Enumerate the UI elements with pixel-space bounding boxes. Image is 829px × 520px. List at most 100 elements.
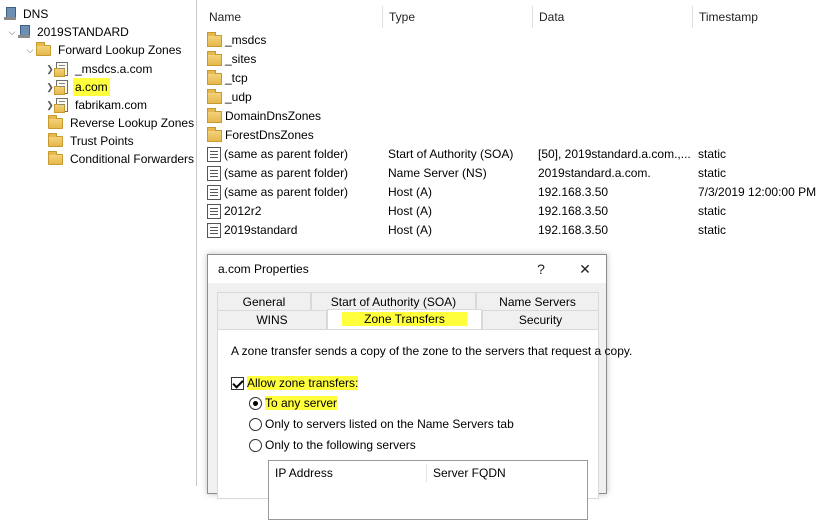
cell-type: Name Server (NS) <box>388 166 487 180</box>
chevron-down-icon[interactable]: ⌵ <box>6 23 18 41</box>
cell-data <box>538 88 694 107</box>
cell-timestamp <box>698 69 829 88</box>
tree-label: _msdcs.a.com <box>75 62 153 76</box>
list-item[interactable]: 2019standard Host (A) 192.168.3.50 static <box>201 221 829 240</box>
tree-node-dns[interactable]: DNS <box>4 5 50 23</box>
folder-icon <box>48 132 63 147</box>
dns-icon <box>4 7 16 21</box>
folder-icon <box>207 50 222 66</box>
checkbox-box[interactable] <box>231 376 244 390</box>
list-item[interactable]: (same as parent folder) Start of Authorit… <box>201 145 829 164</box>
folder-icon <box>207 126 222 142</box>
folder-icon <box>36 41 51 56</box>
cell-name-text: (same as parent folder) <box>224 185 349 199</box>
cell-name: 2012r2 <box>207 202 385 221</box>
cell-data: [50], 2019standard.a.com.,... <box>538 147 691 161</box>
list-item[interactable]: _msdcs <box>201 31 829 50</box>
column-header-server-fqdn[interactable]: Server FQDN <box>427 464 587 482</box>
cell-data <box>538 69 694 88</box>
cell-data: 192.168.3.50 <box>538 223 609 237</box>
column-header-type[interactable]: Type <box>383 6 533 28</box>
cell-data <box>538 126 694 145</box>
zone-properties-dialog: a.com Properties ? ✕ General Start of Au… <box>207 254 632 520</box>
cell-data: 192.168.3.50 <box>538 204 609 218</box>
cell-data <box>538 50 694 69</box>
cell-name-text: ForestDnsZones <box>225 128 314 142</box>
cell-type: Host (A) <box>388 204 433 218</box>
folder-icon <box>48 114 63 129</box>
tree-label: DNS <box>23 7 49 21</box>
cell-name: (same as parent folder) <box>207 164 385 183</box>
tree-label-selected: a.com <box>73 78 110 96</box>
list-item[interactable]: _tcp <box>201 69 829 88</box>
zone-icon <box>54 80 68 95</box>
cell-data <box>538 31 694 50</box>
zone-transfer-description: A zone transfer sends a copy of the zone… <box>231 344 633 358</box>
list-item[interactable]: 2012r2 Host (A) 192.168.3.50 static <box>201 202 829 221</box>
list-item[interactable]: ForestDnsZones <box>201 126 829 145</box>
tree-node-trust-points[interactable]: Trust Points <box>36 132 136 150</box>
list-item[interactable]: _sites <box>201 50 829 69</box>
tree-label: 2019STANDARD <box>37 25 129 39</box>
cell-name: _sites <box>207 50 385 69</box>
tab-security[interactable]: Security <box>482 310 599 329</box>
cell-type <box>388 107 536 126</box>
radio-any-server[interactable]: To any server <box>249 396 338 410</box>
server-list-grid[interactable]: IP Address Server FQDN <box>268 460 588 520</box>
chevron-down-icon[interactable]: ⌵ <box>24 41 36 59</box>
cell-type <box>388 69 536 88</box>
list-item[interactable]: DomainDnsZones <box>201 107 829 126</box>
tab-general[interactable]: General <box>217 292 311 311</box>
allow-zone-transfers-label: Allow zone transfers: <box>247 376 359 390</box>
console-tree: DNS ⌵ 2019STANDARD ⌵ Forward Lookup Zone… <box>0 0 197 486</box>
close-button[interactable]: ✕ <box>572 258 598 280</box>
tree-node-reverse-lookup-zones[interactable]: Reverse Lookup Zones <box>36 114 196 132</box>
tab-name-servers[interactable]: Name Servers <box>476 292 599 311</box>
cell-name: 2019standard <box>207 221 385 240</box>
cell-name-text: _sites <box>225 52 257 66</box>
folder-icon <box>207 88 222 104</box>
list-item[interactable]: (same as parent folder) Name Server (NS) 2… <box>201 164 829 183</box>
tree-node-server[interactable]: ⌵ 2019STANDARD <box>6 23 131 41</box>
record-icon <box>207 166 221 181</box>
help-button[interactable]: ? <box>528 258 554 280</box>
allow-zone-transfers-checkbox[interactable]: Allow zone transfers: <box>231 376 359 390</box>
column-header-timestamp[interactable]: Timestamp <box>693 6 829 28</box>
folder-icon <box>207 31 222 47</box>
cell-name: ForestDnsZones <box>207 126 385 145</box>
tree-label: Forward Lookup Zones <box>58 43 182 57</box>
radio-label: To any server <box>265 396 338 410</box>
list-item[interactable]: (same as parent folder) Host (A) 192.168.3… <box>201 183 829 202</box>
tree-node-zone-fabrikam[interactable]: ❯ fabrikam.com <box>44 96 149 114</box>
zone-transfers-panel: A zone transfer sends a copy of the zone… <box>217 329 632 520</box>
tree-node-zone-a-com[interactable]: ❯ a.com <box>44 78 110 96</box>
cell-name-text: _msdcs <box>225 33 267 47</box>
tab-wins[interactable]: WINS <box>217 310 327 329</box>
cell-timestamp: static <box>698 223 727 237</box>
column-header-name[interactable]: Name <box>203 6 383 28</box>
tree-node-conditional-forwarders[interactable]: Conditional Forwarders <box>36 150 196 168</box>
tree-label: fabrikam.com <box>75 98 148 112</box>
tree-label: Trust Points <box>70 134 134 148</box>
radio-following-servers[interactable]: Only to the following servers <box>249 438 416 452</box>
zone-icon <box>54 62 68 77</box>
folder-icon <box>207 69 222 85</box>
radio-button-selected[interactable] <box>249 396 262 410</box>
tab-zone-transfers[interactable]: Zone Transfers <box>327 309 482 330</box>
cell-type: Start of Authority (SOA) <box>388 147 514 161</box>
tree-node-zone-msdcs[interactable]: ❯ _msdcs.a.com <box>44 60 154 78</box>
record-icon <box>207 204 221 219</box>
tree-node-forward-lookup-zones[interactable]: ⌵ Forward Lookup Zones <box>24 41 183 59</box>
cell-type <box>388 126 536 145</box>
radio-button[interactable] <box>249 438 262 452</box>
cell-type: Host (A) <box>388 223 433 237</box>
cell-timestamp: static <box>698 147 727 161</box>
list-item[interactable]: _udp <box>201 88 829 107</box>
column-header-data[interactable]: Data <box>533 6 693 28</box>
column-header-ip-address[interactable]: IP Address <box>269 464 427 482</box>
tree-label: Conditional Forwarders <box>70 152 195 166</box>
cell-name-text: (same as parent folder) <box>224 166 349 180</box>
radio-button[interactable] <box>249 417 262 431</box>
cell-name-text: DomainDnsZones <box>225 109 322 123</box>
radio-name-servers-only[interactable]: Only to servers listed on the Name Serve… <box>249 417 514 431</box>
